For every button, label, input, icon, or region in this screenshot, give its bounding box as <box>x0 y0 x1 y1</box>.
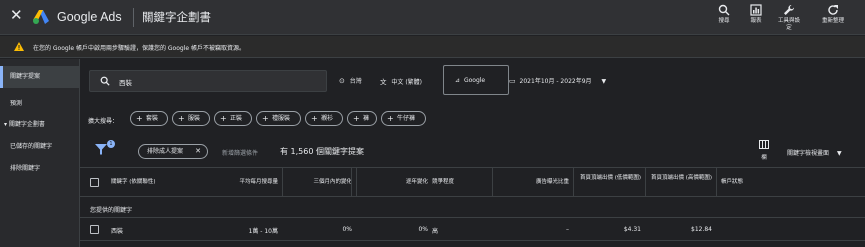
close-icon[interactable]: ✕ <box>195 145 201 158</box>
sidebar-item-negative-keywords[interactable]: 排除關鍵字 <box>0 158 80 180</box>
reports-tool-button[interactable]: 報表 <box>740 4 772 25</box>
broaden-chip[interactable]: 襯衫 <box>305 111 343 126</box>
search-value: 西裝 <box>119 79 132 87</box>
cell-three-month-change: 0% <box>342 226 352 233</box>
table-header: 關鍵字 (依關聯性) 平均每月搜尋量 三個月內的變化 逐年變化 競爭程度 廣告曝… <box>80 167 865 197</box>
cell-bid-low: $4.31 <box>623 226 641 233</box>
broaden-chip[interactable]: 服裝 <box>172 111 210 126</box>
broaden-chip[interactable]: 套裝 <box>130 111 168 126</box>
broaden-chip[interactable]: 正裝 <box>214 111 252 126</box>
network-icon: ⊿ <box>455 77 461 84</box>
date-range-label: 2021年10月 - 2022年9月 <box>519 78 592 85</box>
keyword-search-input[interactable]: 西裝 <box>89 70 327 92</box>
group-label: 您提供的關鍵字 <box>90 207 133 214</box>
warning-icon <box>14 42 24 51</box>
header-divider <box>133 8 134 27</box>
search-icon <box>100 76 110 86</box>
chevron-down-icon: ▼ <box>836 150 842 157</box>
reports-tool-label: 報表 <box>750 18 762 24</box>
exclude-adult-label: 排除成人提案 <box>147 148 184 155</box>
filter-count-badge: 1 <box>107 140 115 148</box>
tools-settings-label: 工具與設定 <box>777 18 800 31</box>
column-divider <box>716 168 717 197</box>
col-monthly-searches[interactable]: 平均每月搜尋量 <box>200 168 278 197</box>
app-name: Google Ads <box>57 10 122 24</box>
date-range-selector[interactable]: ▭ 2021年10月 - 2022年9月 ▼ <box>509 76 606 85</box>
broaden-chip[interactable]: 禮服裝 <box>256 111 301 126</box>
broaden-search-label: 擴大搜尋： <box>88 118 119 125</box>
search-icon <box>718 4 730 16</box>
exclude-adult-filter-chip[interactable]: 排除成人提案 ✕ <box>138 144 208 159</box>
search-tool-label: 搜尋 <box>718 18 730 24</box>
security-warning-banner: 在您的 Google 帳戶中啟用兩步驟驗證，保護您的 Google 帳戶不被竊取… <box>0 36 865 58</box>
sidebar-item-forecast[interactable]: 預測 <box>0 93 80 115</box>
broaden-chip[interactable]: 牛仔褲 <box>381 111 426 126</box>
result-count: 有 1,560 個關鍵字提案 <box>280 147 364 156</box>
cell-keyword: 西裝 <box>111 228 124 235</box>
provided-keywords-group: 您提供的關鍵字 <box>80 198 865 218</box>
location-pin-icon: ⊙ <box>339 77 345 85</box>
col-account-status[interactable]: 帳戶狀態 <box>721 168 781 197</box>
add-filter-button[interactable]: 新增篩選條件 <box>222 148 258 157</box>
top-app-bar: ✕ Google Ads 關鍵字企劃書 搜尋 報表 工具與設定 重新整理 <box>0 0 865 35</box>
tools-settings-button[interactable]: 工具與設定 <box>773 4 805 31</box>
cell-bid-high: $12.84 <box>691 226 712 233</box>
sidebar-item-saved-keywords[interactable]: 已儲存的關鍵字 <box>0 136 80 158</box>
row-checkbox[interactable] <box>90 225 99 234</box>
broaden-chip[interactable]: 褲 <box>347 111 377 126</box>
search-network-selector[interactable]: ⊿ Google <box>443 65 509 95</box>
chevron-down-icon: ▼ <box>601 78 607 85</box>
close-icon[interactable]: ✕ <box>10 8 23 23</box>
filter-icon[interactable] <box>95 143 107 155</box>
search-tool-button[interactable]: 搜尋 <box>708 4 740 25</box>
page-title: 關鍵字企劃書 <box>142 10 211 24</box>
col-yoy-change[interactable]: 逐年變化 <box>357 168 428 197</box>
columns-button[interactable]: 欄 <box>759 140 769 161</box>
location-selector[interactable]: ⊙ 台灣 <box>339 76 362 85</box>
refresh-icon <box>828 5 838 15</box>
keyword-view-selector[interactable]: 關鍵字檢視畫面 ▼ <box>787 148 842 157</box>
calendar-icon: ▭ <box>509 77 516 85</box>
col-three-month-change[interactable]: 三個月內的變化 <box>283 168 352 197</box>
col-bid-low[interactable]: 首頁頂端出價 (低價範圍) <box>574 168 641 197</box>
col-impression-share[interactable]: 廣告曝光比重 <box>493 168 569 197</box>
wrench-icon <box>784 4 795 15</box>
view-selector-label: 關鍵字檢視畫面 <box>787 150 830 157</box>
select-all-checkbox[interactable] <box>90 178 99 187</box>
language-selector[interactable]: 文 中文 (繁體) <box>380 76 422 86</box>
sidebar-item-keyword-plan[interactable]: ▾ 關鍵字企劃書 <box>0 114 80 136</box>
col-competition[interactable]: 競爭程度 <box>432 168 492 197</box>
columns-icon <box>759 140 769 149</box>
table-row[interactable]: 西裝 1萬 - 10萬 0% 0% 高 – $4.31 $12.84 <box>80 219 865 241</box>
col-keyword[interactable]: 關鍵字 (依關聯性) <box>111 168 201 197</box>
network-label: Google <box>463 77 486 84</box>
column-divider <box>351 168 352 197</box>
warning-text: 在您的 Google 帳戶中啟用兩步驟驗證，保護您的 Google 帳戶不被竊取… <box>33 45 245 52</box>
google-ads-logo[interactable] <box>33 10 50 24</box>
columns-label: 欄 <box>761 155 767 161</box>
cell-yoy-change: 0% <box>418 226 428 233</box>
refresh-button[interactable]: 重新整理 <box>817 4 849 25</box>
reports-icon <box>750 4 762 16</box>
cell-competition: 高 <box>432 228 439 235</box>
location-label: 台灣 <box>349 78 362 85</box>
sidebar-item-keyword-ideas[interactable]: 關鍵字提案 <box>0 66 80 88</box>
cell-monthly-searches: 1萬 - 10萬 <box>248 228 278 235</box>
translate-icon: 文 <box>380 78 387 86</box>
language-label: 中文 (繁體) <box>391 79 423 86</box>
col-bid-high[interactable]: 首頁頂端出價 (高價範圍) <box>646 168 712 197</box>
sidebar: 關鍵字提案 預測 ▾ 關鍵字企劃書 已儲存的關鍵字 排除關鍵字 <box>0 59 80 247</box>
cell-impression-share: – <box>566 226 569 233</box>
refresh-label: 重新整理 <box>821 18 844 24</box>
